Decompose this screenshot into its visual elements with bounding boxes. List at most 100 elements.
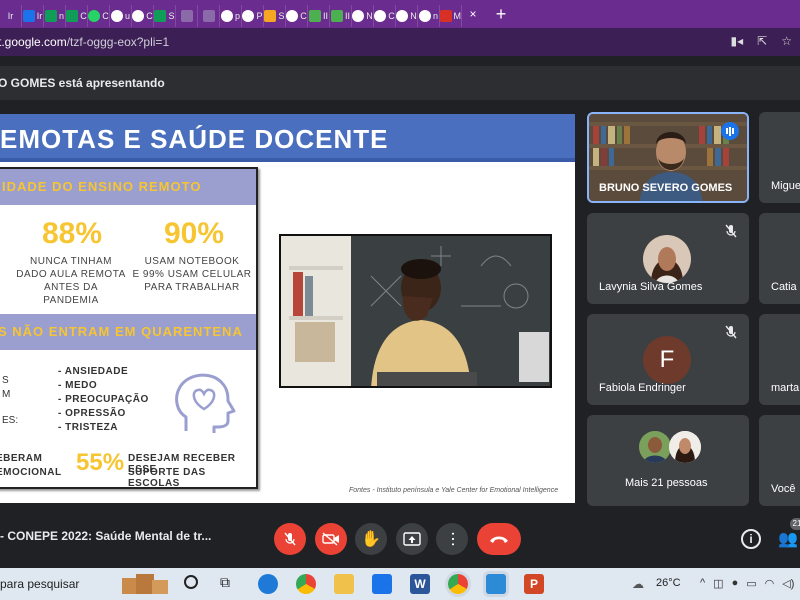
browser-tab[interactable]: C — [66, 5, 88, 27]
close-tab-icon[interactable]: × — [462, 7, 484, 21]
bookmark-star-icon[interactable]: ☆ — [781, 34, 792, 48]
truncated-text: EMOCIONAL — [0, 467, 62, 478]
participant-tile[interactable]: marta — [759, 314, 800, 405]
browser-tab-strip: Ir Ir n C C u C S p P S C II II N C N n … — [0, 0, 800, 28]
battery-icon[interactable]: ▭ — [746, 577, 756, 590]
mail-icon[interactable] — [372, 574, 392, 594]
tab-label: II — [344, 11, 350, 21]
tab-label: C — [146, 11, 153, 21]
url-text[interactable]: t.google.com/tzf-oggg-eox?pli=1 — [0, 35, 169, 49]
browser-tab[interactable]: n — [418, 5, 440, 27]
word-icon[interactable]: W — [410, 574, 430, 594]
camera-toggle-button[interactable] — [315, 523, 347, 555]
tab-favicon-icon — [308, 10, 321, 22]
tab-label: C — [80, 11, 87, 21]
stat-90-caption: USAM NOTEBOOK E 99% USAM CELULAR PARA TR… — [130, 255, 254, 294]
network-icon[interactable]: ◫ — [713, 577, 723, 590]
participant-tile[interactable]: Migue — [759, 112, 800, 203]
task-view-icon[interactable]: ⧉ — [220, 574, 230, 591]
browser-tab[interactable]: S — [154, 5, 176, 27]
more-participants-tile[interactable]: Mais 21 pessoas — [587, 415, 749, 506]
browser-tab[interactable]: P — [242, 5, 264, 27]
chrome-active-icon[interactable] — [448, 574, 468, 594]
edge-icon[interactable] — [258, 574, 278, 594]
self-view-tile[interactable]: Você — [759, 415, 800, 506]
participant-name: BRUNO SEVERO GOMES — [599, 182, 733, 194]
participant-avatar — [669, 431, 701, 463]
browser-tab[interactable]: C — [132, 5, 154, 27]
browser-tab[interactable]: Ir — [22, 5, 44, 27]
browser-tab[interactable]: u — [110, 5, 132, 27]
stat-90-value: 90% — [164, 217, 225, 250]
participant-name: Migue — [771, 180, 800, 192]
address-bar[interactable]: t.google.com/tzf-oggg-eox?pli=1 ▮◂ ⇱ ☆ — [0, 28, 800, 56]
tab-label: M — [453, 11, 462, 21]
tab-favicon-icon — [180, 10, 193, 22]
file-explorer-icon[interactable] — [334, 574, 354, 594]
participant-avatar — [643, 235, 691, 283]
browser-tab[interactable]: S — [264, 5, 286, 27]
tab-favicon-icon — [154, 10, 167, 22]
tab-label: P — [256, 11, 263, 21]
participant-tile-active-speaker[interactable]: BRUNO SEVERO GOMES — [587, 112, 749, 203]
browser-tab[interactable]: Ir — [0, 5, 22, 27]
participant-name: Catia — [771, 281, 797, 293]
new-tab-button[interactable]: + — [488, 4, 514, 25]
tab-label: N — [410, 11, 417, 21]
browser-tab[interactable]: II — [308, 5, 330, 27]
participant-tile[interactable]: F Fabiola Endringer — [587, 314, 749, 405]
participant-name: Você — [771, 483, 796, 495]
browser-tab[interactable]: C — [88, 5, 110, 27]
chevron-up-icon[interactable]: ^ — [700, 577, 705, 590]
tab-favicon-icon — [110, 10, 123, 22]
symptom-item: - ANSIEDADE — [58, 366, 129, 377]
browser-tab-active[interactable]: M — [440, 5, 462, 27]
powerpoint-icon[interactable]: P — [524, 574, 544, 594]
mic-off-icon — [725, 224, 737, 238]
people-icon[interactable]: 👥 — [778, 529, 798, 549]
stressed-teacher-photo — [279, 234, 552, 388]
participant-tile[interactable]: Catia — [759, 213, 800, 304]
more-options-button[interactable]: ⋯ — [436, 523, 468, 555]
tab-label: C — [300, 11, 307, 21]
browser-tab[interactable] — [176, 5, 198, 27]
presenting-label: O GOMES está apresentando — [0, 76, 165, 90]
slide-title: EMOTAS E SAÚDE DOCENTE — [0, 124, 389, 154]
taskbar-search-box[interactable]: para pesquisar — [0, 577, 79, 591]
browser-tab[interactable]: C — [374, 5, 396, 27]
tab-label: S — [168, 11, 175, 21]
photos-icon[interactable] — [486, 574, 506, 594]
microphone-tray-icon[interactable]: ● — [732, 577, 739, 590]
tab-favicon-icon — [374, 10, 387, 22]
browser-tab[interactable]: N — [396, 5, 418, 27]
windows-taskbar: para pesquisar ⧉ W P ☁ 26°C ^ ◫ ● ▭ ◠ ◁) — [0, 568, 800, 600]
browser-tab[interactable]: N — [352, 5, 374, 27]
raise-hand-button[interactable]: ✋ — [355, 523, 387, 555]
more-vert-icon: ⋯ — [444, 531, 461, 547]
browser-tab[interactable]: p — [220, 5, 242, 27]
browser-tab[interactable]: II — [330, 5, 352, 27]
browser-tab[interactable]: n — [44, 5, 66, 27]
weather-temperature[interactable]: 26°C — [656, 577, 681, 589]
browser-tab[interactable] — [198, 5, 220, 27]
leave-call-button[interactable] — [477, 523, 521, 555]
participant-name: marta — [771, 382, 800, 394]
tab-label: N — [366, 11, 373, 21]
shared-slide: EMOTAS E SAÚDE DOCENTE IDADE DO ENSINO R… — [0, 114, 575, 503]
hand-icon: ✋ — [361, 531, 381, 548]
participant-tile[interactable]: Lavynia Silva Gomes — [587, 213, 749, 304]
slide-sources: Fontes - Instituto península e Yale Cent… — [349, 487, 559, 494]
chrome-icon[interactable] — [296, 574, 316, 594]
share-icon[interactable]: ⇱ — [757, 34, 767, 48]
camera-permission-icon[interactable]: ▮◂ — [731, 34, 744, 48]
tab-favicon-icon — [264, 10, 277, 22]
google-icon — [418, 10, 431, 22]
mic-toggle-button[interactable] — [274, 523, 306, 555]
volume-icon[interactable]: ◁) — [782, 577, 794, 590]
browser-tab[interactable]: C — [286, 5, 308, 27]
meeting-details-info-icon[interactable]: i — [741, 529, 761, 549]
wifi-icon[interactable]: ◠ — [765, 577, 775, 590]
participant-avatar — [639, 431, 671, 463]
cortana-icon[interactable] — [184, 575, 198, 589]
present-screen-button[interactable] — [396, 523, 428, 555]
